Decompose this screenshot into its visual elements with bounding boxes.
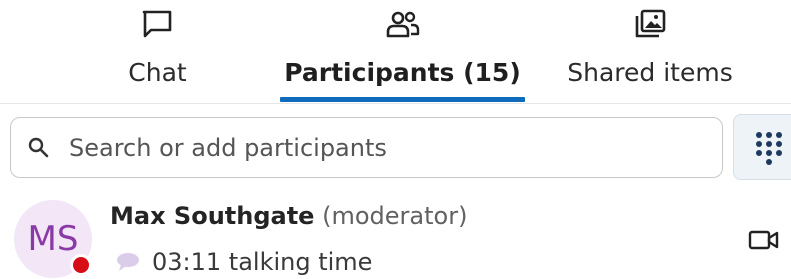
tab-chat-label: Chat	[128, 58, 187, 87]
dialpad-icon	[754, 130, 784, 166]
tab-shared-items[interactable]: Shared items	[560, 0, 740, 104]
panel-tabs: Chat Participants (15) Shared items	[0, 0, 791, 104]
speech-bubble-icon	[114, 250, 142, 274]
shared-items-icon	[632, 8, 668, 42]
tab-participants-label: Participants (15)	[284, 58, 521, 87]
search-icon	[27, 136, 51, 160]
tab-participants[interactable]: Participants (15)	[280, 0, 525, 104]
search-input[interactable]	[69, 126, 709, 170]
active-tab-indicator	[280, 97, 525, 102]
presence-busy-icon	[70, 254, 92, 276]
video-camera-icon[interactable]	[748, 228, 780, 252]
tab-chat[interactable]: Chat	[95, 0, 220, 104]
participant-row[interactable]: MS Max Southgate (moderator) 03:11 talki…	[0, 192, 791, 279]
search-box[interactable]	[10, 117, 723, 178]
chat-icon	[140, 8, 176, 42]
participant-name-line: Max Southgate (moderator)	[110, 202, 467, 230]
avatar-initials: MS	[27, 219, 79, 259]
talking-time-text: 03:11 talking time	[152, 248, 373, 276]
dialpad-button[interactable]	[733, 114, 791, 180]
tab-shared-items-label: Shared items	[567, 58, 733, 87]
participant-role: (moderator)	[322, 202, 468, 230]
participant-status: 03:11 talking time	[114, 248, 372, 276]
participant-name: Max Southgate	[110, 202, 315, 230]
people-icon	[385, 8, 421, 42]
